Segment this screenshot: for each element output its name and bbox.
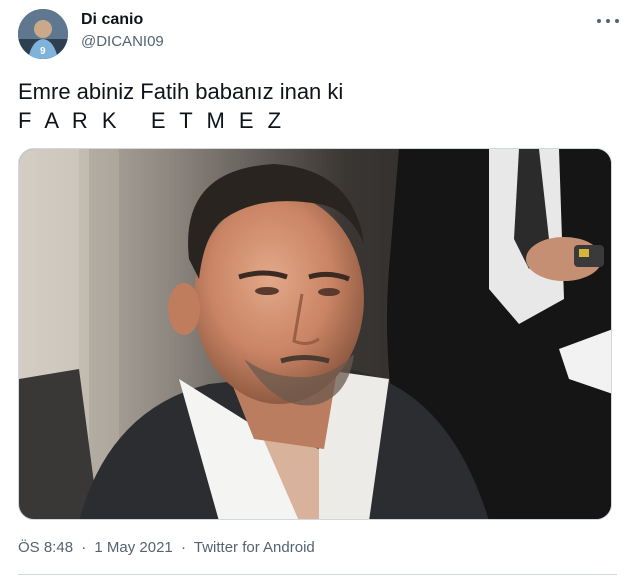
svg-text:9: 9 <box>40 46 46 57</box>
tweet-source[interactable]: Twitter for Android <box>194 539 315 556</box>
tweet-time[interactable]: ÖS 8:48 <box>18 539 73 556</box>
more-horizontal-icon <box>615 19 619 23</box>
author-handle[interactable]: @DICANI09 <box>81 33 164 50</box>
author-display-name[interactable]: Di canio <box>81 11 143 29</box>
meta-separator: · <box>81 539 87 556</box>
more-horizontal-icon <box>606 19 610 23</box>
tweet-photo[interactable] <box>18 148 612 520</box>
tweet-date[interactable]: 1 May 2021 <box>94 539 172 556</box>
more-options-button[interactable] <box>597 12 619 30</box>
divider <box>18 574 617 575</box>
avatar[interactable]: 9 <box>18 9 68 59</box>
tweet-meta: ÖS 8:48 · 1 May 2021 · Twitter for Andro… <box>18 539 315 556</box>
tweet-text-line2: F A R K E T M E Z <box>18 108 286 133</box>
more-horizontal-icon <box>597 19 601 23</box>
meta-separator: · <box>180 539 186 556</box>
tweet-text-line1: Emre abiniz Fatih babanız inan ki <box>18 79 344 104</box>
